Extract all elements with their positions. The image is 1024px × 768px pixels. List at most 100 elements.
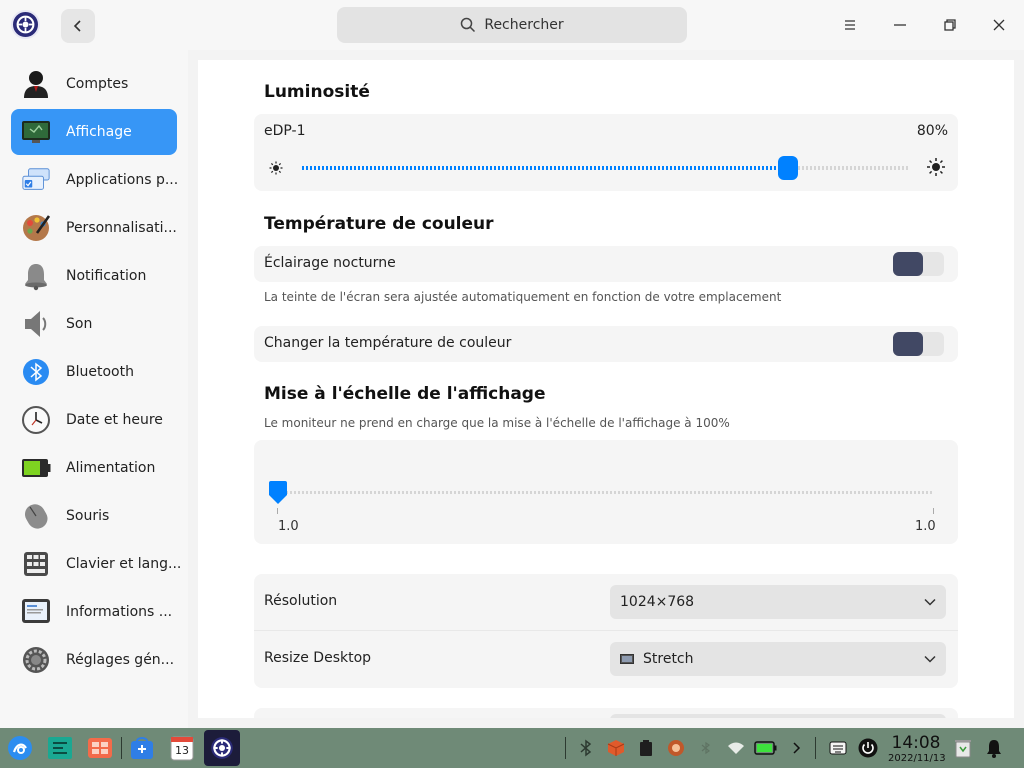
tray-expand-button[interactable] bbox=[786, 738, 806, 758]
brightness-slider[interactable] bbox=[302, 156, 910, 180]
night-light-label: Éclairage nocturne bbox=[264, 255, 396, 271]
bell-tray-icon bbox=[987, 740, 1001, 758]
back-button[interactable] bbox=[61, 9, 95, 43]
sidebar-item-clavier[interactable]: Clavier et lang... bbox=[11, 541, 181, 587]
scaling-slider-handle[interactable] bbox=[268, 480, 288, 506]
general-settings-icon bbox=[21, 645, 51, 675]
taskbar-separator bbox=[121, 737, 122, 759]
slider-handle[interactable] bbox=[778, 156, 799, 180]
toggle-knob bbox=[893, 252, 923, 276]
battery-tray-button[interactable] bbox=[754, 738, 778, 758]
package-icon bbox=[607, 740, 625, 756]
sidebar-item-informations[interactable]: Informations ... bbox=[11, 589, 177, 635]
sidebar: Comptes Affichage Applications p... Pers… bbox=[0, 50, 188, 728]
sidebar-item-son[interactable]: Son bbox=[11, 301, 177, 347]
wifi-icon bbox=[728, 742, 744, 754]
title-bar: Rechercher bbox=[0, 0, 1024, 50]
change-temperature-label: Changer la température de couleur bbox=[264, 335, 512, 351]
search-icon bbox=[461, 17, 476, 33]
sidebar-item-bluetooth[interactable]: Bluetooth bbox=[11, 349, 177, 395]
sidebar-item-personnalisation[interactable]: Personnalisati... bbox=[11, 205, 177, 251]
resize-desktop-dropdown[interactable]: Stretch bbox=[610, 642, 946, 676]
resolution-dropdown[interactable]: 1024×768 bbox=[610, 585, 946, 619]
control-center-taskbar-button[interactable] bbox=[204, 730, 240, 766]
clipboard-icon bbox=[640, 740, 652, 756]
palette-icon bbox=[21, 213, 51, 243]
notification-center-button[interactable] bbox=[984, 738, 1004, 758]
control-center-icon bbox=[211, 737, 233, 759]
taskbar-separator bbox=[565, 737, 566, 759]
divider bbox=[254, 630, 958, 631]
sidebar-item-reglages-generaux[interactable]: Réglages gén... bbox=[11, 637, 177, 683]
bluetooth-status-icon bbox=[701, 741, 710, 755]
toggle-knob bbox=[893, 332, 923, 356]
resolution-value: 1024×768 bbox=[620, 594, 695, 610]
tick-mark bbox=[933, 508, 934, 514]
default-apps-icon bbox=[21, 165, 51, 195]
taskbar: 13 14:08 2022/11/13 bbox=[0, 728, 1024, 768]
sidebar-item-date-heure[interactable]: Date et heure bbox=[11, 397, 177, 443]
scaling-title: Mise à l'échelle de l'affichage bbox=[264, 384, 546, 404]
monitor-icon bbox=[620, 654, 634, 664]
file-manager-button[interactable] bbox=[86, 734, 114, 762]
sidebar-item-applications[interactable]: Applications p... bbox=[11, 157, 178, 203]
wifi-tray-button[interactable] bbox=[726, 738, 746, 758]
clipboard-tray-button[interactable] bbox=[636, 738, 656, 758]
app-store-button[interactable] bbox=[128, 734, 156, 762]
brightness-card: eDP-1 80% bbox=[254, 114, 958, 191]
sidebar-item-label: Notification bbox=[66, 268, 147, 284]
bluetooth-tray-button[interactable] bbox=[576, 738, 596, 758]
sidebar-item-label: Réglages gén... bbox=[66, 652, 175, 668]
launcher-button[interactable] bbox=[6, 734, 34, 762]
brightness-value: 80% bbox=[916, 123, 948, 139]
menu-button[interactable] bbox=[839, 14, 861, 36]
sidebar-item-notification[interactable]: Notification bbox=[11, 253, 177, 299]
monitor-name: eDP-1 bbox=[264, 123, 306, 139]
keyboard-icon bbox=[21, 549, 51, 579]
change-temperature-toggle[interactable] bbox=[893, 332, 944, 356]
trash-icon bbox=[955, 740, 971, 758]
night-light-card: Éclairage nocturne bbox=[254, 246, 958, 282]
night-light-toggle[interactable] bbox=[893, 252, 944, 276]
close-button[interactable] bbox=[988, 14, 1010, 36]
bluetooth-status-button[interactable] bbox=[696, 738, 716, 758]
maximize-button[interactable] bbox=[939, 14, 961, 36]
sidebar-item-comptes[interactable]: Comptes bbox=[11, 61, 177, 107]
screenshot-tray-button[interactable] bbox=[666, 738, 686, 758]
bluetooth-icon bbox=[21, 357, 51, 387]
multitask-view-button[interactable] bbox=[46, 734, 74, 762]
launcher-icon bbox=[8, 736, 32, 760]
search-input[interactable]: Rechercher bbox=[337, 7, 687, 43]
display-settings-panel: Luminosité eDP-1 80% Température de coul… bbox=[198, 60, 1014, 718]
sidebar-item-alimentation[interactable]: Alimentation bbox=[11, 445, 177, 491]
search-placeholder: Rechercher bbox=[484, 17, 564, 33]
minimize-button[interactable] bbox=[889, 14, 911, 36]
scale-min-label: 1.0 bbox=[278, 519, 299, 534]
power-icon bbox=[858, 738, 878, 758]
power-button[interactable] bbox=[858, 738, 878, 758]
chevron-down-icon bbox=[924, 655, 936, 663]
sidebar-item-label: Clavier et lang... bbox=[66, 556, 182, 572]
package-tray-button[interactable] bbox=[606, 738, 626, 758]
chevron-right-icon bbox=[793, 742, 801, 754]
sidebar-item-affichage[interactable]: Affichage bbox=[11, 109, 177, 155]
scaling-slider[interactable] bbox=[278, 491, 932, 494]
app-store-icon bbox=[131, 737, 153, 759]
battery-tray-icon bbox=[754, 741, 777, 755]
sidebar-item-souris[interactable]: Souris bbox=[11, 493, 177, 539]
multitask-view-icon bbox=[48, 737, 72, 759]
clock-time[interactable]: 14:08 bbox=[888, 733, 944, 753]
scaling-hint: Le moniteur ne prend en charge que la mi… bbox=[264, 416, 730, 430]
trash-button[interactable] bbox=[953, 738, 973, 758]
sidebar-item-label: Alimentation bbox=[66, 460, 156, 476]
hamburger-menu-icon bbox=[845, 20, 855, 30]
next-setting-dropdown[interactable] bbox=[610, 714, 946, 718]
onscreen-keyboard-button[interactable] bbox=[828, 738, 848, 758]
taskbar-separator bbox=[815, 737, 816, 759]
tick-mark bbox=[277, 508, 278, 514]
clock-date[interactable]: 2022/11/13 bbox=[888, 753, 946, 764]
system-info-icon bbox=[21, 597, 51, 627]
display-icon bbox=[21, 117, 51, 147]
calendar-button[interactable]: 13 bbox=[168, 734, 196, 762]
brightness-low-icon bbox=[269, 161, 283, 175]
